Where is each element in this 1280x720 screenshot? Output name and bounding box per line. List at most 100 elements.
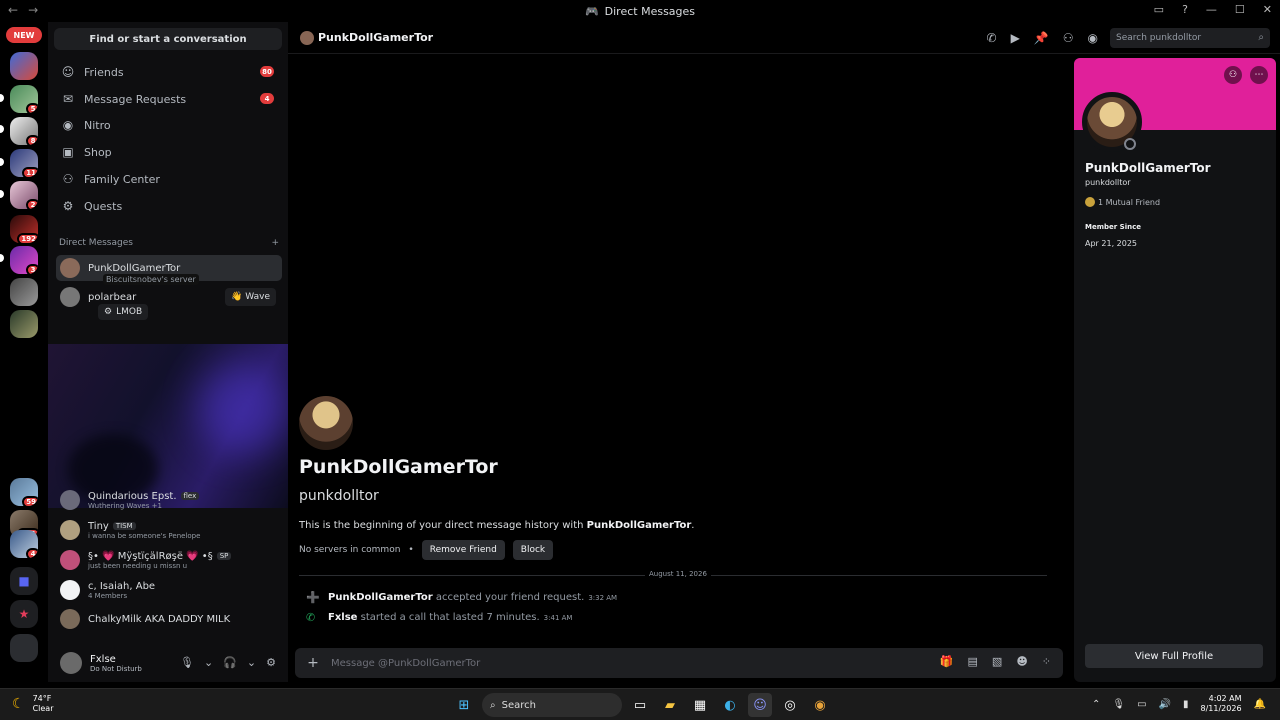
taskbar: ☾ 74°F Clear ⊞ ⌕ Search ▭ ▰ ▦ ◐ ☺ ◎ ◉ ⌃ 🎙… <box>0 688 1280 720</box>
dm-item-polarbear[interactable]: polarbear 👋 Wave <box>56 284 282 310</box>
server-icon[interactable]: 192 <box>10 215 38 243</box>
voice-call-icon[interactable]: ✆ <box>987 31 997 45</box>
chrome-icon[interactable]: ◉ <box>808 693 832 717</box>
message-actor[interactable]: PunkDollGamerTor <box>328 592 433 603</box>
pin-icon[interactable]: 📌 <box>1034 31 1049 45</box>
star-icon[interactable]: ★ <box>10 600 38 628</box>
emoji-icon[interactable]: ☻ <box>1016 655 1027 668</box>
dm-item-tiny[interactable]: Tiny TISM i wanna be someone's Penelope <box>56 516 282 544</box>
task-view-icon[interactable]: ▭ <box>628 693 652 717</box>
message-composer[interactable]: + Message @PunkDollGamerTor 🎁 ▤ ▧ ☻ ⁘ <box>295 648 1063 678</box>
avatar <box>60 520 80 540</box>
server-icon[interactable] <box>10 634 38 662</box>
user-avatar[interactable] <box>60 652 82 674</box>
nav-family-center[interactable]: ⚇ Family Center <box>56 167 282 191</box>
unread-indicator <box>0 254 4 262</box>
folder-icon[interactable]: ■ <box>10 567 38 595</box>
user-controls: 🎙 ⌄ 🎧 ⌄ ⚙ <box>180 656 276 669</box>
headphones-icon[interactable]: 🎧 <box>223 656 237 669</box>
remove-friend-button[interactable]: Remove Friend <box>421 540 505 560</box>
inbox-icon[interactable]: ▭ <box>1154 3 1164 16</box>
notification-icon[interactable]: 🔔 <box>1254 699 1266 710</box>
steam-icon[interactable]: ◎ <box>778 693 802 717</box>
message-text: PunkDollGamerTor accepted your friend re… <box>328 592 617 603</box>
gif-icon[interactable]: ▤ <box>968 655 978 668</box>
nav-shop[interactable]: ▣ Shop <box>56 140 282 164</box>
nav-message-requests[interactable]: ✉ Message Requests 4 <box>56 87 282 111</box>
server-icon[interactable] <box>10 310 38 338</box>
server-icon[interactable]: 2 <box>10 181 38 209</box>
nav-nitro[interactable]: ◉ Nitro <box>56 113 282 137</box>
server-icon[interactable] <box>10 52 38 80</box>
message-body: accepted your friend request. <box>432 592 585 603</box>
dm-item-mysticalrose[interactable]: §• 💗 MÿştïçälRøşë 💗 •§ SP just been needi… <box>56 546 282 574</box>
volume-icon[interactable]: 🔊 <box>1159 699 1171 710</box>
server-tooltip: Biscuitsnobev's server <box>103 274 199 285</box>
server-icon[interactable]: 5 <box>10 85 38 113</box>
server-icon[interactable]: 11 <box>10 149 38 177</box>
server-icon[interactable]: 8 <box>10 117 38 145</box>
chevron-up-icon[interactable]: ⌃ <box>1092 699 1100 710</box>
chevron-down-icon[interactable]: ⌄ <box>204 656 213 669</box>
server-icon[interactable]: 3 <box>10 246 38 274</box>
discord-app-icon[interactable]: ☺ <box>748 693 772 717</box>
server-icon[interactable]: 59 <box>10 478 38 506</box>
message-actor[interactable]: Fxlse <box>328 612 357 623</box>
add-friends-to-dm-icon[interactable]: ⚇ <box>1063 31 1074 45</box>
nav-label: Message Requests <box>84 92 187 106</box>
taskbar-search[interactable]: ⌕ Search <box>482 693 622 717</box>
weather-widget[interactable]: ☾ 74°F Clear <box>12 694 53 713</box>
nav-label: Friends <box>84 65 124 79</box>
clock[interactable]: 4:02 AM 8/11/2026 <box>1201 694 1242 715</box>
dm-item-group[interactable]: c, Isaiah, Abe 4 Members <box>56 576 282 604</box>
dm-item-chalkymilk[interactable]: ChalkyMilk AKA DADDY MILK <box>56 606 282 632</box>
window-title: Direct Messages <box>604 4 696 18</box>
find-conversation-button[interactable]: Find or start a conversation <box>54 28 282 50</box>
video-call-icon[interactable]: ▶ <box>1011 31 1020 45</box>
minimize-icon[interactable]: — <box>1206 3 1217 16</box>
server-icon[interactable] <box>10 278 38 306</box>
microphone-icon[interactable]: 🎙 <box>1112 699 1125 710</box>
settings-gear-icon[interactable]: ⚙ <box>266 656 276 669</box>
maximize-icon[interactable]: ☐ <box>1235 3 1245 16</box>
video-overlay[interactable] <box>48 344 288 508</box>
dm-name-row: Tiny TISM <box>88 521 200 532</box>
mention-badge: 3 <box>26 264 38 274</box>
close-icon[interactable]: ✕ <box>1263 3 1272 16</box>
gift-icon[interactable]: 🎁 <box>940 655 954 668</box>
dm-text: §• 💗 MÿştïçälRøşë 💗 •§ SP just been needi… <box>88 551 232 570</box>
view-full-profile-button[interactable]: View Full Profile <box>1085 644 1263 668</box>
help-icon[interactable]: ? <box>1182 3 1188 16</box>
new-badge[interactable]: NEW <box>6 27 42 43</box>
forward-arrow-icon[interactable]: → <box>28 3 38 17</box>
microphone-icon[interactable]: 🎙 <box>180 656 194 669</box>
network-icon[interactable]: ▭ <box>1137 699 1146 710</box>
edge-icon[interactable]: ◐ <box>718 693 742 717</box>
battery-icon[interactable]: ▮ <box>1183 699 1189 710</box>
dm-item-quindarious[interactable]: Quindarious Epst. flex Wuthering Waves +1 <box>56 486 282 514</box>
unread-indicator <box>0 158 4 166</box>
chevron-down-icon[interactable]: ⌄ <box>247 656 256 669</box>
apps-icon[interactable]: ⁘ <box>1042 655 1051 668</box>
wave-button[interactable]: 👋Wave <box>225 288 276 306</box>
server-icon[interactable]: 4 <box>10 530 38 558</box>
user-info[interactable]: Fxlse Do Not Disturb <box>90 654 142 673</box>
nav-quests[interactable]: ⚙ Quests <box>56 194 282 218</box>
user-profile-icon[interactable]: ◉ <box>1088 31 1098 45</box>
nav-friends[interactable]: ☺ Friends 80 <box>56 60 282 84</box>
more-options-icon[interactable]: ⋯ <box>1250 66 1268 84</box>
search-input[interactable]: Search punkdolltor ⌕ <box>1110 28 1270 48</box>
windows-start-icon[interactable]: ⊞ <box>452 693 476 717</box>
wave-label: Wave <box>245 292 270 302</box>
back-arrow-icon[interactable]: ← <box>8 3 18 17</box>
mention-badge: 11 <box>22 167 38 177</box>
store-icon[interactable]: ▦ <box>688 693 712 717</box>
add-friend-icon[interactable]: ⚇ <box>1224 66 1242 84</box>
mutual-friends[interactable]: 1 Mutual Friend <box>1085 197 1160 207</box>
block-button[interactable]: Block <box>512 540 554 560</box>
attach-plus-icon[interactable]: + <box>295 655 331 671</box>
file-explorer-icon[interactable]: ▰ <box>658 693 682 717</box>
sticker-icon[interactable]: ▧ <box>992 655 1002 668</box>
dm-name: ChalkyMilk AKA DADDY MILK <box>88 613 231 625</box>
create-dm-icon[interactable]: + <box>271 238 279 248</box>
